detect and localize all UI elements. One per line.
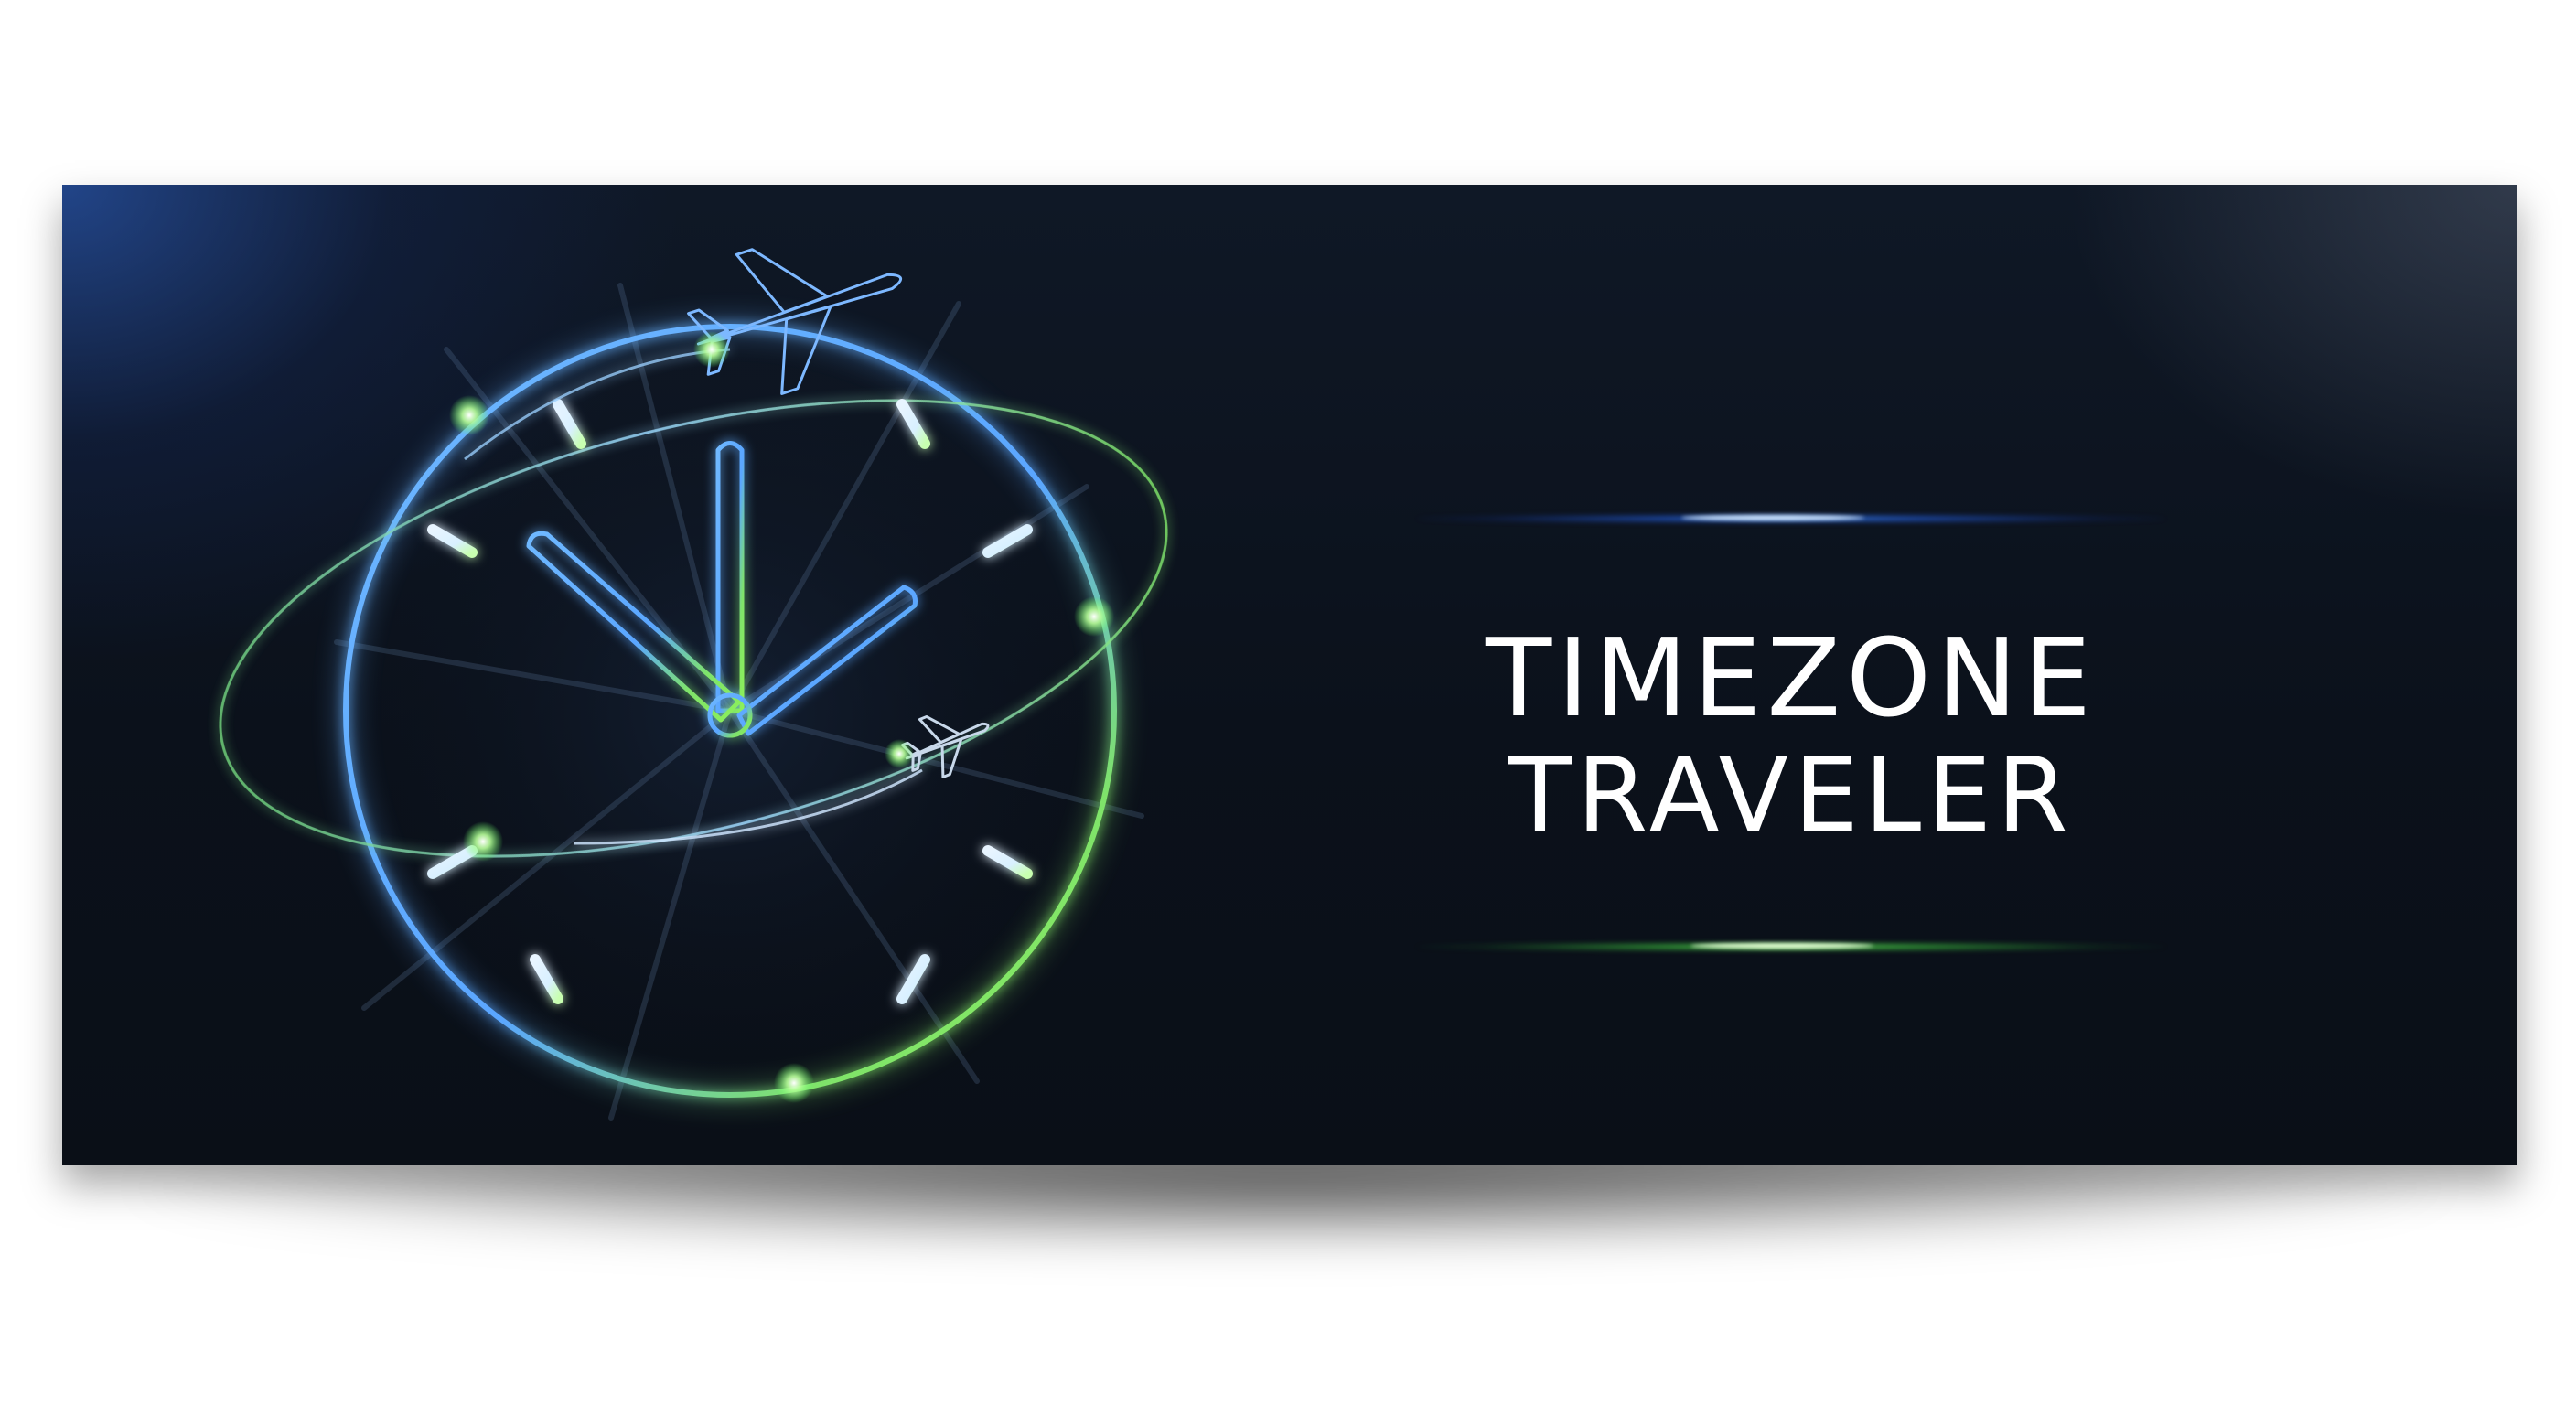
banner: TIMEZONE TRAVELER bbox=[62, 185, 2517, 1165]
title-block: TIMEZONE TRAVELER bbox=[1379, 514, 2203, 953]
green-light-core bbox=[1690, 943, 1873, 949]
clock-icon bbox=[219, 248, 1168, 1121]
page: TIMEZONE TRAVELER bbox=[0, 0, 2576, 1405]
title-timezone: TIMEZONE bbox=[1486, 615, 2097, 741]
title-traveler: TRAVELER bbox=[1508, 736, 2074, 855]
blue-light-core bbox=[1681, 515, 1864, 520]
